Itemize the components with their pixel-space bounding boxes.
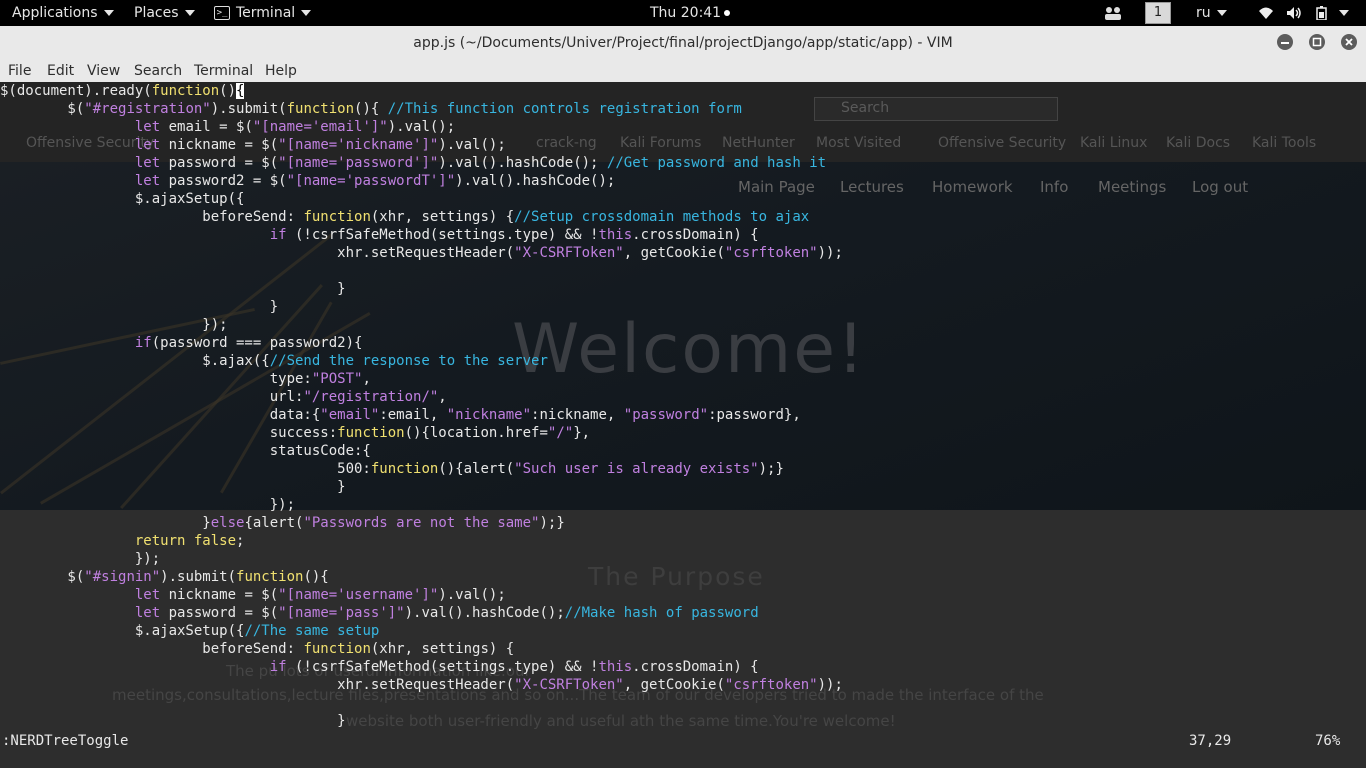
window-titlebar[interactable]: app.js (~/Documents/Univer/Project/final… (0, 26, 1366, 61)
code-line[interactable]: $(document).ready(function(){ (0, 82, 843, 100)
code-line[interactable]: let nickname = $("[name='username']").va… (0, 586, 843, 604)
background-nav-item: Log out (1192, 178, 1249, 196)
code-line[interactable]: type:"POST", (0, 370, 843, 388)
wifi-icon (1259, 7, 1273, 19)
battery-icon (1316, 6, 1327, 21)
clock[interactable]: Thu 20:41 (650, 0, 731, 26)
code-line[interactable]: $("#signin").submit(function(){ (0, 568, 843, 586)
code-line[interactable]: } (0, 298, 843, 316)
code-line[interactable]: return false; (0, 532, 843, 550)
notification-dot-icon (724, 10, 731, 16)
code-line[interactable]: $.ajaxSetup({//The same setup (0, 622, 843, 640)
chevron-down-icon (184, 10, 195, 16)
vim-status-line: :NERDTreeToggle 37,29 76% (0, 732, 1366, 750)
code-line[interactable]: statusCode:{ (0, 442, 843, 460)
code-line[interactable]: let email = $("[name='email']").val(); (0, 118, 843, 136)
close-button[interactable] (1341, 34, 1357, 50)
terminal-label: Terminal (236, 5, 296, 21)
clock-label: Thu 20:41 (650, 5, 722, 21)
close-icon (1345, 38, 1353, 46)
language-label: ru (1196, 5, 1211, 21)
code-line[interactable]: $("#registration").submit(function(){ //… (0, 100, 843, 118)
places-menu[interactable]: Places (134, 0, 195, 26)
code-line[interactable]: let nickname = $("[name='nickname']").va… (0, 136, 843, 154)
menu-bar: File Edit View Search Terminal Help (0, 60, 1366, 82)
code-line[interactable]: } (0, 280, 843, 298)
background-bookmark: Kali Tools (1252, 135, 1317, 151)
minimize-button[interactable] (1277, 34, 1293, 50)
code-line[interactable]: data:{"email":email, "nickname":nickname… (0, 406, 843, 424)
window-title: app.js (~/Documents/Univer/Project/final… (413, 35, 953, 51)
background-search-field: Search (814, 97, 1058, 121)
code-line[interactable]: } (0, 712, 843, 730)
code-line[interactable]: beforeSend: function(xhr, settings) { (0, 640, 843, 658)
background-nav-item: Info (1040, 178, 1069, 196)
code-line[interactable]: success:function(){location.href="/"}, (0, 424, 843, 442)
cursor-position: 37,29 (1189, 733, 1232, 749)
code-line[interactable]: let password = $("[name='pass']").val().… (0, 604, 843, 622)
code-line[interactable]: $.ajax({//Send the response to the serve… (0, 352, 843, 370)
menu-terminal[interactable]: Terminal (194, 60, 253, 82)
chevron-down-icon (1216, 10, 1227, 16)
chevron-down-icon (301, 10, 312, 16)
background-nav-item: Meetings (1098, 178, 1167, 196)
workspace-indicator[interactable]: 1 (1145, 0, 1171, 26)
applications-label: Applications (12, 5, 98, 21)
code-line[interactable]: }else{alert("Passwords are not the same"… (0, 514, 843, 532)
code-line[interactable]: 500:function(){alert("Such user is alrea… (0, 460, 843, 478)
vim-command-line[interactable]: :NERDTreeToggle (2, 732, 128, 750)
applications-menu[interactable]: Applications (12, 0, 114, 26)
maximize-icon (1312, 37, 1322, 47)
background-bookmark: Kali Linux (1080, 135, 1148, 151)
background-bookmark: Offensive Security (938, 135, 1067, 151)
volume-icon (1287, 7, 1302, 19)
chevron-down-icon (103, 10, 114, 16)
code-line[interactable]: } (0, 478, 843, 496)
code-line[interactable]: xhr.setRequestHeader("X-CSRFToken", getC… (0, 244, 843, 262)
places-label: Places (134, 5, 179, 21)
menu-file[interactable]: File (8, 60, 31, 82)
code-line[interactable]: }); (0, 316, 843, 334)
app-indicator-icon[interactable] (1104, 0, 1122, 26)
maximize-button[interactable] (1309, 34, 1325, 50)
code-line[interactable] (0, 262, 843, 280)
vim-cursor: { (236, 83, 245, 99)
code-line[interactable]: if(password === password2){ (0, 334, 843, 352)
menu-view[interactable]: View (87, 60, 120, 82)
people-icon (1105, 7, 1121, 20)
workspace-number: 1 (1145, 2, 1171, 24)
menu-help[interactable]: Help (265, 60, 297, 82)
code-line[interactable]: let password2 = $("[name='passwordT']").… (0, 172, 843, 190)
code-line[interactable]: url:"/registration/", (0, 388, 843, 406)
minimize-icon (1281, 42, 1289, 44)
background-nav-item: Homework (932, 178, 1013, 196)
code-line[interactable]: let password = $("[name='password']").va… (0, 154, 843, 172)
background-bookmark: Kali Docs (1166, 135, 1231, 151)
system-menu[interactable] (1258, 0, 1350, 26)
terminal-view[interactable]: Search Offensive Security crack-ng Kali … (0, 82, 1366, 768)
scroll-percent: 76% (1315, 733, 1341, 749)
terminal-app-menu[interactable]: >_ Terminal (214, 0, 312, 26)
background-search-placeholder: Search (841, 100, 890, 116)
code-line[interactable] (0, 694, 843, 712)
code-line[interactable]: xhr.setRequestHeader("X-CSRFToken", getC… (0, 676, 843, 694)
chevron-down-icon (1339, 10, 1350, 16)
code-line[interactable]: beforeSend: function(xhr, settings) {//S… (0, 208, 843, 226)
terminal-icon: >_ (214, 6, 230, 20)
keyboard-layout-menu[interactable]: ru (1196, 0, 1227, 26)
vim-buffer[interactable]: $(document).ready(function(){ $("#regist… (0, 82, 843, 730)
menu-edit[interactable]: Edit (47, 60, 74, 82)
code-line[interactable]: if (!csrfSafeMethod(settings.type) && !t… (0, 658, 843, 676)
code-line[interactable]: if (!csrfSafeMethod(settings.type) && !t… (0, 226, 843, 244)
code-line[interactable]: $.ajaxSetup({ (0, 190, 843, 208)
background-nav-item: Lectures (840, 178, 904, 196)
code-line[interactable]: }); (0, 550, 843, 568)
code-line[interactable]: }); (0, 496, 843, 514)
menu-search[interactable]: Search (134, 60, 182, 82)
top-panel: Applications Places >_ Terminal Thu 20:41… (0, 0, 1366, 26)
